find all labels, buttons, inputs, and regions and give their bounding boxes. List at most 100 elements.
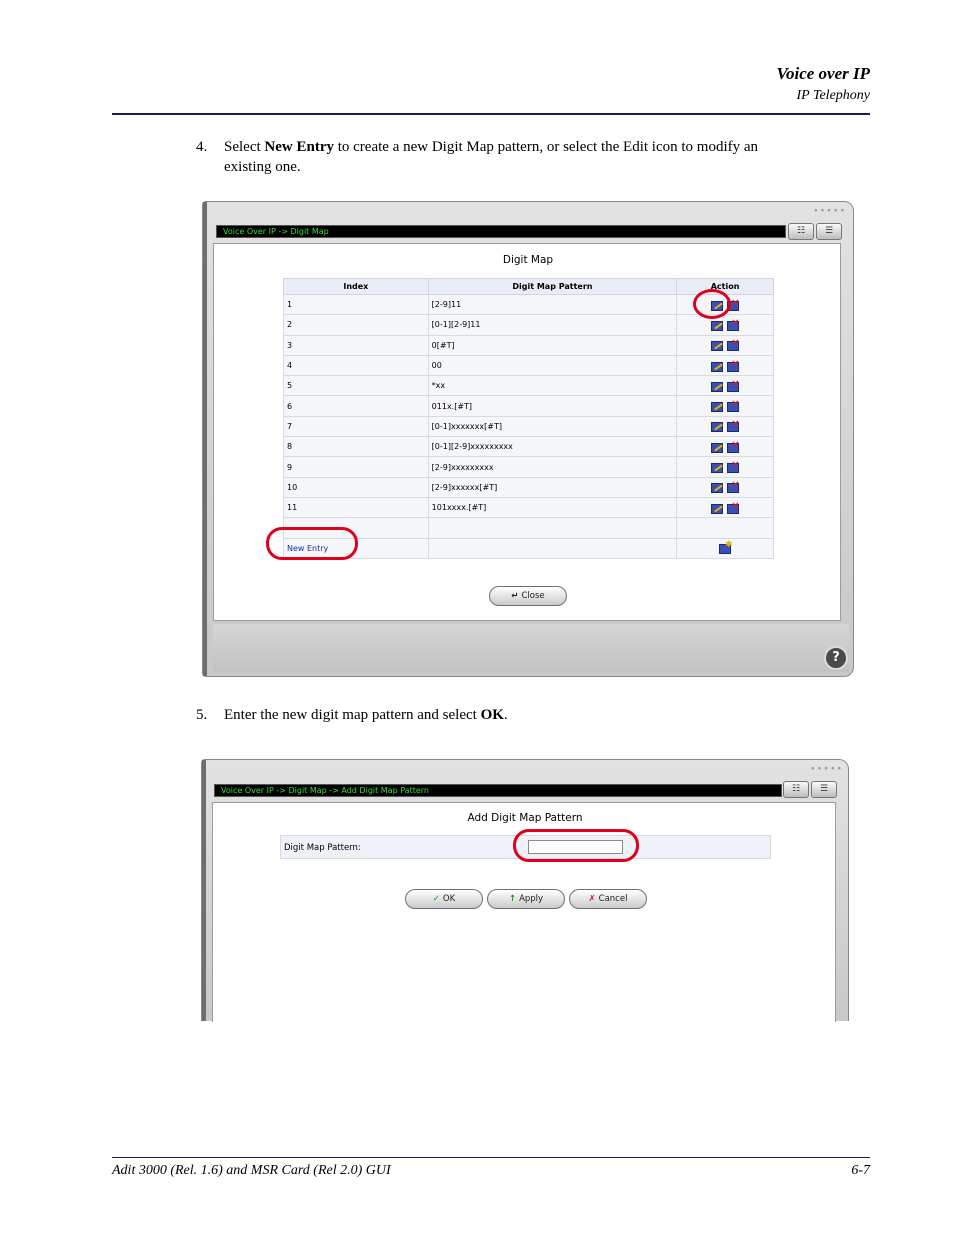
step-4: 4. Select New Entry to create a new Digi…: [196, 137, 876, 179]
delete-icon[interactable]: [727, 360, 739, 372]
row-pattern: [2-9]11: [427, 293, 678, 316]
step-number: 4.: [196, 139, 208, 155]
footer-rule: [112, 1157, 870, 1158]
grip-dots: ∙∙∙∙∙: [810, 764, 844, 774]
delete-icon[interactable]: [727, 420, 739, 433]
header-rule: [112, 113, 870, 115]
new-entry-highlight-ring: [266, 527, 358, 560]
digit-map-window: ∙∙∙∙∙ Voice Over IP -> Digit Map ☷ ☰ Dig…: [202, 201, 854, 677]
up-arrow-icon: ↑: [508, 894, 517, 904]
apply-button[interactable]: ↑ Apply: [487, 889, 565, 909]
edit-icon[interactable]: [711, 421, 724, 433]
input-highlight-ring: [513, 829, 639, 862]
row-actions: [676, 436, 774, 458]
row-pattern: 101xxxx.[#T]: [427, 496, 678, 519]
delete-icon[interactable]: [727, 380, 739, 392]
row-index: 6: [283, 395, 429, 417]
delete-icon[interactable]: [727, 502, 739, 514]
section-title: Voice over IP: [776, 64, 870, 83]
list-icon[interactable]: ☰: [816, 223, 842, 240]
edit-icon[interactable]: [711, 482, 724, 494]
step-bold-term: New Entry: [264, 139, 334, 155]
row-actions: [676, 395, 774, 417]
breadcrumb: Voice Over IP -> Digit Map -> Add Digit …: [214, 784, 782, 797]
delete-icon[interactable]: [727, 339, 739, 352]
edit-icon[interactable]: [711, 462, 724, 474]
row-pattern: 011x.[#T]: [427, 395, 678, 417]
edit-icon[interactable]: [711, 401, 724, 413]
delete-icon[interactable]: [727, 461, 739, 474]
delete-icon[interactable]: [727, 319, 739, 331]
sitemap-icon[interactable]: ☷: [788, 223, 814, 240]
add-digit-map-window: ∙∙∙∙∙ Voice Over IP -> Digit Map -> Add …: [201, 759, 849, 1022]
table-row: 5 *xx: [283, 375, 774, 397]
table-row: 9 [2-9]xxxxxxxxx: [283, 456, 774, 478]
help-icon[interactable]: ?: [824, 646, 848, 670]
row-actions: [676, 496, 774, 519]
row-index: 8: [283, 436, 429, 458]
row-index: 11: [283, 496, 429, 519]
table-row: 4 00: [283, 354, 774, 377]
row-actions: [676, 314, 774, 336]
row-pattern: [0-1]xxxxxxx[#T]: [427, 415, 678, 438]
row-index: 4: [283, 354, 429, 377]
column-header-pattern: Digit Map Pattern: [427, 278, 678, 295]
step-bold-term: OK: [480, 707, 504, 723]
step-text: Enter the new digit map pattern and sele…: [224, 707, 508, 723]
table-row: 11 101xxxx.[#T]: [283, 496, 774, 519]
footer-doc-title: Adit 3000 (Rel. 1.6) and MSR Card (Rel 2…: [112, 1163, 391, 1178]
edit-icon[interactable]: [711, 381, 724, 392]
delete-icon[interactable]: [727, 441, 739, 453]
column-header-index: Index: [283, 278, 429, 295]
page-title: Digit Map: [502, 254, 554, 266]
row-index: 9: [283, 456, 429, 478]
ok-button[interactable]: ✓ OK: [405, 889, 483, 909]
row-index: 1: [283, 293, 429, 316]
step-5: 5. Enter the new digit map pattern and s…: [196, 705, 876, 727]
new-entry-icon[interactable]: [719, 540, 733, 555]
table-row: 7 [0-1]xxxxxxx[#T]: [283, 415, 774, 438]
edit-icon[interactable]: [711, 361, 724, 372]
edit-icon[interactable]: [711, 442, 724, 453]
row-actions: [676, 354, 774, 377]
row-pattern: 00: [427, 354, 678, 377]
delete-icon[interactable]: [727, 481, 739, 494]
table-row: 6 011x.[#T]: [283, 395, 774, 417]
edit-icon[interactable]: [711, 503, 724, 514]
row-index: 7: [283, 415, 429, 438]
close-button[interactable]: ↵ Close: [489, 586, 567, 606]
list-icon[interactable]: ☰: [811, 781, 837, 798]
row-pattern: [2-9]xxxxxx[#T]: [427, 476, 678, 498]
digit-map-table: Index Digit Map Pattern Action 1[2-9]112…: [283, 278, 774, 559]
edit-icon[interactable]: [711, 340, 724, 352]
section-subtitle: IP Telephony: [796, 88, 871, 103]
bottom-bar: [213, 624, 849, 672]
check-icon: ✓: [432, 894, 440, 904]
cancel-button[interactable]: ✗ Cancel: [569, 889, 647, 909]
table-row: 8 [0-1][2-9]xxxxxxxxx: [283, 436, 774, 458]
row-index: 2: [283, 314, 429, 336]
pattern-label: Digit Map Pattern:: [284, 843, 361, 853]
sitemap-icon[interactable]: ☷: [783, 781, 809, 798]
delete-icon[interactable]: [727, 400, 739, 413]
row-index: 10: [283, 476, 429, 498]
table-row: 3 0[#T]: [283, 334, 774, 356]
row-actions: [676, 334, 774, 356]
row-pattern: 0[#T]: [427, 334, 678, 356]
breadcrumb: Voice Over IP -> Digit Map: [216, 225, 786, 238]
row-index: 3: [283, 334, 429, 356]
page-title: Add Digit Map Pattern: [467, 812, 583, 824]
edit-icon[interactable]: [711, 320, 724, 331]
step-number: 5.: [196, 707, 208, 723]
row-actions: [676, 476, 774, 498]
row-pattern: *xx: [427, 375, 678, 397]
table-row: 2 [0-1][2-9]11: [283, 314, 774, 336]
row-pattern: [0-1][2-9]xxxxxxxxx: [427, 436, 678, 458]
column-header-action: Action: [676, 278, 774, 295]
table-row: 10 [2-9]xxxxxx[#T]: [283, 476, 774, 498]
x-icon: ✗: [588, 894, 596, 904]
grip-dots: ∙∙∙∙∙: [813, 206, 847, 216]
row-pattern: [2-9]xxxxxxxxx: [427, 456, 678, 478]
content-panel: Digit Map Index Digit Map Pattern Action…: [213, 243, 841, 621]
row-index: 5: [283, 375, 429, 397]
